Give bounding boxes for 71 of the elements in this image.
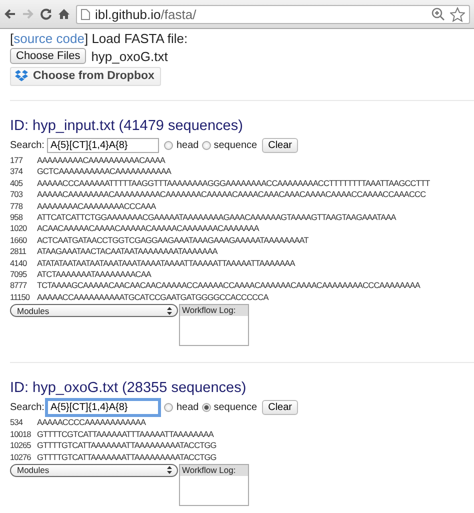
workflow-log-title: Workflow Log:	[180, 464, 248, 476]
dropbox-button[interactable]: Choose from Dropbox	[10, 67, 162, 86]
workflow-log-title: Workflow Log:	[180, 305, 248, 316]
sequence-text: ACTCAATGATAACCTGGTCGAGGAAGAAATAAAGAAAGAAAAATAAAAAAAAT	[37, 234, 310, 246]
sequence-id: 534	[10, 417, 24, 429]
choose-files-button[interactable]: Choose Files	[10, 48, 86, 64]
sequence-text: GTTTTCGTCATTAAAAAATTTAAAAATTAAAAAAAA	[37, 428, 215, 440]
zoom-icon[interactable]	[431, 7, 445, 21]
sequence-id: 4140	[10, 258, 28, 270]
stepper-icon	[167, 306, 172, 315]
sequence-text: AAAAAAAAACAAAAAAAAAACAAAA	[37, 155, 166, 166]
sequence-text: GTTTTGTCATTAAAAAAATTAAAAAAAAATACCTGG	[37, 440, 218, 452]
search-label: Search:	[10, 402, 44, 413]
sequence-text: ACAACAAAAACAAAACAAAAACAAAAACAAAAAAACAAAAAAA	[37, 223, 260, 235]
sequence-text: GCTCAAAAAAAAAACAAAAAAAAAAA	[37, 166, 172, 178]
sequence-text: GTTTTGTCATTAAAAAAATTAAAAAAAAATACCTGG	[37, 452, 218, 463]
reload-icon[interactable]	[40, 8, 52, 20]
sequence-text: AAAAACCCAAAAAATTTTTAAGGTTTAAAAAAAAGGGAAAAAAAACCAAAAAAAACCTTTTTTTTAAATTAAGCCTTT	[37, 178, 431, 190]
sequence-id: 958	[10, 212, 24, 224]
bracket-text: ]	[84, 31, 88, 46]
radio-label: head	[176, 140, 199, 150]
modules-dropdown[interactable]: Modules	[10, 304, 178, 318]
source-code-link[interactable]: source code	[14, 31, 84, 46]
page-icon	[81, 8, 90, 20]
sequence-id: 8777	[10, 280, 28, 292]
home-icon[interactable]	[58, 8, 70, 20]
sequence-id: 1660	[10, 234, 28, 246]
stepper-icon	[167, 466, 172, 474]
sequence-text: AAAAACCAAAAAAAAAATGCATCCGAATGATGGGGCCACCCCCA	[37, 292, 270, 304]
clear-button[interactable]: Clear	[262, 400, 298, 415]
radio-button[interactable]	[202, 140, 211, 150]
sequence-text: TCTAAAAGCAAAAACAACAACAACAAAAACCAAAAACCAAAACAAAAAACAAAACAAAAAAAACCCAAAAAAAA	[37, 280, 422, 292]
address-bar[interactable]: ibl.github.io/fasta/	[76, 4, 470, 24]
sequence-id: 10276	[10, 452, 32, 463]
sequence-id: 374	[10, 166, 24, 178]
sequence-id: 10265	[10, 440, 32, 452]
modules-dropdown[interactable]: Modules	[10, 464, 178, 477]
sequence-text: AAAAAAAACAAAAAAAACCCAAA	[37, 200, 157, 212]
sequence-id: 1020	[10, 223, 28, 235]
sequence-id: 2811	[10, 246, 28, 258]
sequence-text: ATATATAATAATAATAAATAAATAAAATAAAATTAAAAATTAAAAATTAAAAAAA	[37, 258, 296, 270]
radio-label: sequence	[214, 140, 258, 150]
dataset-title: ID: hyp_oxoG.txt (28355 sequences)	[10, 379, 248, 398]
search-field[interactable]: A{5}[CT]{1,4}A{8}	[47, 400, 160, 415]
radio-label: sequence	[214, 402, 258, 413]
search-field[interactable]: A{5}[CT]{1,4}A{8}	[47, 138, 160, 152]
sequence-id: 11150	[10, 292, 31, 304]
sequence-id: 7095	[10, 269, 28, 280]
load-label: Load FASTA file:	[92, 31, 188, 46]
search-label: Search:	[10, 140, 44, 150]
sequence-id: 778	[10, 200, 24, 212]
sequence-text: ATAAGAAATAACTACAATAATAAAAAAAATAAAAAAA	[37, 246, 219, 258]
dataset-title: ID: hyp_input.txt (41479 sequences)	[10, 117, 244, 135]
sequence-id: 177	[10, 155, 24, 166]
sequence-text: AAAAACCCCAAAAAAAAAAAA	[37, 417, 147, 429]
radio-button[interactable]	[164, 140, 174, 150]
radio-button[interactable]	[164, 402, 174, 412]
star-icon[interactable]	[450, 6, 465, 22]
file-name: hyp_oxoG.txt	[91, 48, 168, 64]
bracket-text: [	[10, 31, 14, 46]
clear-button[interactable]: Clear	[262, 138, 298, 152]
dropbox-icon	[15, 70, 28, 82]
sequence-id: 703	[10, 189, 24, 201]
sequence-text: AAAAACAAAAAAAACAAAAAAAAACAAAAAAACAAAAACAAAACAAACAAACAAAACAAAACCAAAACCAAACCC	[37, 189, 427, 201]
radio-button[interactable]	[202, 402, 211, 412]
sequence-text: ATCTAAAAAAATAAAAAAAACAA	[37, 269, 152, 280]
sequence-text: ATTCATCATTCTGGAAAAAAACGAAAAATAAAAAAAAGAAACAAAAAAGTAAAAGTTAAGTAAGAAATAAA	[37, 212, 398, 224]
radio-label: head	[176, 402, 199, 413]
back-icon[interactable]	[4, 8, 16, 20]
sequence-id: 405	[10, 178, 24, 190]
sequence-id: 10018	[10, 428, 32, 440]
